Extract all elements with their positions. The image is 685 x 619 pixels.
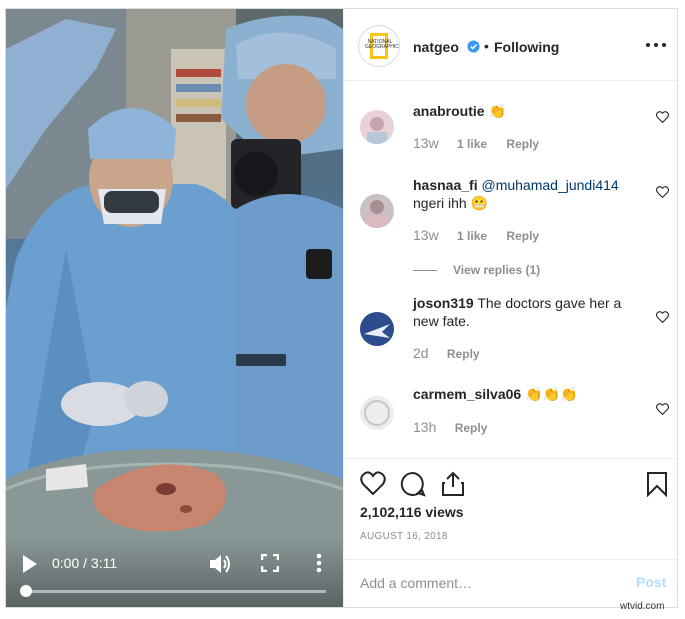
comment-age[interactable]: 13w [413, 135, 439, 151]
comment-list: anabroutie 👏 13w 1 like Reply hasnaa_fi … [344, 82, 677, 458]
video-player[interactable]: 0:00 / 3:11 [6, 9, 343, 607]
separator-dot: • [484, 38, 489, 54]
comment-body: carmem_silva06 👏👏👏 [413, 385, 641, 403]
video-controls: 0:00 / 3:11 [6, 537, 343, 607]
comment-likes[interactable]: 1 like [457, 229, 487, 243]
comment-meta: 13w 1 like Reply [413, 135, 539, 151]
commenter-avatar[interactable] [360, 312, 394, 346]
post-actions: 2,102,116 views AUGUST 16, 2018 [344, 458, 677, 558]
comment-text: 👏👏👏 [525, 386, 578, 402]
video-frame [6, 9, 343, 607]
watermark: wtvid.com [620, 601, 665, 612]
comment-meta: 2d Reply [413, 345, 480, 361]
commenter-avatar[interactable] [360, 194, 394, 228]
comment-age[interactable]: 13w [413, 227, 439, 243]
like-heart-icon[interactable] [360, 471, 386, 497]
reply-button[interactable]: Reply [506, 137, 539, 151]
view-count[interactable]: 2,102,116 views [360, 504, 464, 520]
comment-heart-icon[interactable] [656, 111, 669, 123]
instagram-post: 0:00 / 3:11 NATIONAL GEOGRAPHIC natgeo •… [5, 8, 678, 608]
avatar[interactable]: NATIONAL GEOGRAPHIC [358, 25, 400, 67]
comment-text: 👏 [488, 103, 506, 119]
comment-mention[interactable]: @muhamad_jundi414 [481, 177, 618, 193]
comment-body: joson319 The doctors gave her a new fate… [413, 294, 641, 330]
comment-meta: 13h Reply [413, 419, 487, 435]
reply-button[interactable]: Reply [506, 229, 539, 243]
fullscreen-icon[interactable] [261, 554, 279, 572]
comment-age[interactable]: 2d [413, 345, 429, 361]
add-comment-bar: Post [344, 559, 677, 607]
more-vertical-icon[interactable] [309, 552, 329, 574]
bookmark-icon[interactable] [644, 471, 670, 497]
reply-button[interactable]: Reply [455, 421, 488, 435]
commenter-avatar[interactable] [360, 110, 394, 144]
post-header: NATIONAL GEOGRAPHIC natgeo • Following [344, 9, 677, 81]
replies-divider [413, 270, 437, 272]
add-comment-input[interactable] [360, 572, 610, 594]
commenter-avatar[interactable] [360, 396, 394, 430]
video-progress-bar[interactable] [20, 585, 326, 597]
logo-text: NATIONAL GEOGRAPHIC [365, 39, 399, 50]
share-icon[interactable] [440, 471, 466, 497]
comment-age[interactable]: 13h [413, 419, 436, 435]
comment-bubble-icon[interactable] [400, 471, 426, 497]
comment-text: ngeri ihh 😬 [413, 195, 489, 211]
view-replies-label: View replies (1) [453, 263, 541, 277]
comment-heart-icon[interactable] [656, 186, 669, 198]
comment-username[interactable]: anabroutie [413, 103, 485, 119]
comment-body: anabroutie 👏 [413, 102, 641, 120]
reply-button[interactable]: Reply [447, 347, 480, 361]
comment-heart-icon[interactable] [656, 311, 669, 323]
play-icon[interactable] [22, 555, 38, 573]
comment-username[interactable]: joson319 [413, 295, 474, 311]
comment-likes[interactable]: 1 like [457, 137, 487, 151]
progress-knob[interactable] [20, 585, 32, 597]
post-sidebar: NATIONAL GEOGRAPHIC natgeo • Following a… [343, 9, 677, 607]
post-username[interactable]: natgeo [413, 39, 459, 55]
post-comment-button[interactable]: Post [636, 574, 666, 590]
comment-heart-icon[interactable] [656, 403, 669, 415]
comment-body: hasnaa_fi @muhamad_jundi414 ngeri ihh 😬 [413, 176, 641, 212]
view-replies-button[interactable]: View replies (1) [413, 263, 540, 277]
verified-badge-icon [467, 40, 480, 53]
comment-username[interactable]: hasnaa_fi [413, 177, 478, 193]
comment-meta: 13w 1 like Reply [413, 227, 539, 243]
following-button[interactable]: Following [494, 39, 559, 55]
comment-username[interactable]: carmem_silva06 [413, 386, 521, 402]
volume-icon[interactable] [209, 553, 233, 575]
video-time: 0:00 / 3:11 [52, 555, 118, 571]
more-options-icon[interactable] [644, 38, 668, 52]
post-date[interactable]: AUGUST 16, 2018 [360, 531, 448, 542]
